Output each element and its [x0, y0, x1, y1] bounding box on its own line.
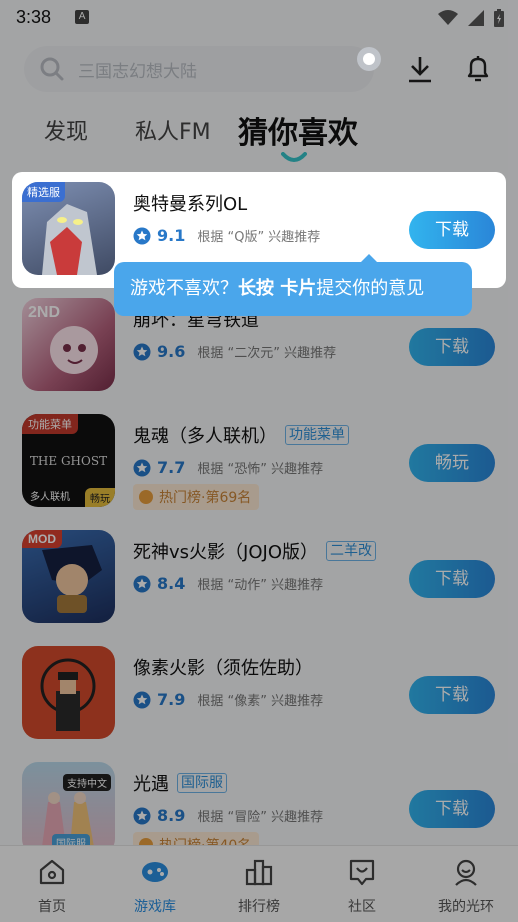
tooltip-emphasis: 长按 卡片 — [238, 278, 317, 299]
download-button[interactable]: 下载 — [409, 211, 495, 249]
tooltip-text: 提交你的意见 — [316, 278, 425, 299]
star-icon — [133, 227, 151, 244]
game-icon: 精选服 — [22, 182, 115, 275]
rating-line: 9.1 根据 “Q版” 兴趣推荐 — [133, 226, 320, 245]
dim-overlay[interactable] — [0, 0, 518, 922]
recommend-reason: 根据 “Q版” 兴趣推荐 — [197, 230, 321, 245]
rating-score: 9.1 — [157, 226, 186, 245]
tooltip-text: 游戏不喜欢？ — [130, 278, 238, 299]
long-press-tooltip[interactable]: 游戏不喜欢？长按 卡片提交你的意见 — [114, 254, 472, 316]
touch-hint-dot — [357, 47, 381, 71]
game-title: 奥特曼系列OL — [133, 194, 248, 215]
